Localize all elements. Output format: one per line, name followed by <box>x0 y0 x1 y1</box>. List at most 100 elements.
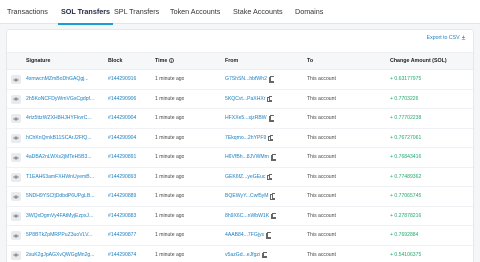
copy-icon[interactable] <box>268 76 274 83</box>
col-block: Block <box>108 58 123 64</box>
to-text: This account <box>307 134 336 141</box>
view-button[interactable] <box>11 250 21 260</box>
from-cell: BQEWyY...Cwf5yM <box>225 187 276 206</box>
amount-text: + 0.76843416 <box>390 154 422 160</box>
copy-icon[interactable] <box>268 134 274 142</box>
from-address-link[interactable]: GEK6fZ...yeGEuc <box>225 174 265 180</box>
view-button[interactable] <box>11 153 21 162</box>
signature-link[interactable]: T1EAH63amFXHWnUyemB... <box>26 168 104 187</box>
view-button[interactable] <box>11 94 21 104</box>
table-row: 4rtz5ttzWZXH8HJHYFkvrC... #144290904 1 m… <box>7 109 473 129</box>
signature-link[interactable]: 4aDBA2nLWXs2jMTeH5B3... <box>26 148 104 167</box>
view-button[interactable] <box>11 192 21 201</box>
block-link[interactable]: #144290904 <box>108 109 136 128</box>
block-link[interactable]: #144290889 <box>108 187 136 206</box>
from-cell: HFXXe5...sjzRBW <box>225 109 274 128</box>
col-time: Time i <box>155 53 175 70</box>
to-text: This account <box>307 173 336 180</box>
signature-link[interactable]: 2h5KoNCFDyWmVGxCgdpf... <box>26 90 104 109</box>
table-row: 5P8BTkZpMRPPuZ3uoVLV... #144290877 1 min… <box>7 226 473 246</box>
copy-icon[interactable] <box>262 251 268 259</box>
copy-icon[interactable] <box>270 154 276 161</box>
copy-icon[interactable] <box>267 173 273 181</box>
view-button[interactable] <box>11 231 21 240</box>
view-button[interactable] <box>11 133 21 143</box>
table-row: 4xmwcnMZmBoDhGAQgj... #144290916 1 minut… <box>7 70 473 90</box>
tab-domains[interactable]: Domains <box>295 0 323 24</box>
from-address-link[interactable]: HFXXe5...sjzRBW <box>225 115 267 121</box>
signature-link[interactable]: 5P8BTkZpMRPPuZ3uoVLV... <box>26 226 104 245</box>
col-to: To <box>307 58 314 64</box>
copy-icon[interactable] <box>268 115 274 122</box>
signature-link[interactable]: 4xmwcnMZmBoDhGAQgj... <box>26 70 104 89</box>
copy-icon[interactable] <box>267 95 273 103</box>
export-csv-link[interactable]: Export to CSV <box>427 35 466 41</box>
view-button[interactable] <box>11 114 21 123</box>
tab-transactions[interactable]: Transactions <box>7 0 48 24</box>
from-address-link[interactable]: H6VfBh...8JVWMm <box>225 154 269 160</box>
to-text: This account <box>307 76 336 82</box>
block-link[interactable]: #144290891 <box>108 148 136 167</box>
amount-text: + 0.76727061 <box>390 134 422 141</box>
time-text: 1 minute ago <box>155 76 185 82</box>
view-button[interactable] <box>11 211 21 221</box>
tab-token-accounts[interactable]: Token Accounts <box>170 0 220 24</box>
table-header: Signature Block Time i From To Change Amo… <box>7 52 473 70</box>
signature-link[interactable]: 4rtz5ttzWZXH8HJHYFkvrC... <box>26 109 104 128</box>
block-link[interactable]: #144290883 <box>108 207 136 226</box>
from-address-link[interactable]: 4AAB84...7FGjys <box>225 232 264 238</box>
block-link[interactable]: #144290874 <box>108 246 136 262</box>
col-time-label: Time <box>155 58 168 64</box>
eye-icon <box>13 214 19 218</box>
view-button[interactable] <box>11 172 21 182</box>
time-text: 1 minute ago <box>155 232 185 238</box>
from-address-link[interactable]: BQEWyY...Cwf5yM <box>225 193 268 199</box>
time-text: 1 minute ago <box>155 173 185 180</box>
tab-stake-accounts[interactable]: Stake Accounts <box>233 0 283 24</box>
from-cell: v5azGd...eJfgzi <box>225 246 268 262</box>
to-text: This account <box>307 251 336 258</box>
signature-link[interactable]: 3WQxDgmVy4FAtMyjEzpxJ... <box>26 207 104 226</box>
signature-link[interactable]: 5NDH9YSCfjDdbdP6UPgLB... <box>26 187 104 206</box>
eye-icon <box>13 136 19 140</box>
tab-spl-transfers[interactable]: SPL Transfers <box>114 0 159 24</box>
from-address-link[interactable]: 7Ekqmo...2hYPF9 <box>225 135 266 141</box>
block-link[interactable]: #144290893 <box>108 168 136 187</box>
amount-text: + 0.54106375 <box>390 251 422 258</box>
amount-text: + 0.77702238 <box>390 115 422 121</box>
tab-sol-transfers[interactable]: SOL Transfers <box>57 0 114 25</box>
from-cell: 5KQCvt...PaXHXr <box>225 90 273 109</box>
table-row: T1EAH63amFXHWnUyemB... #144290893 1 minu… <box>7 168 473 187</box>
block-link[interactable]: #144290906 <box>108 90 136 109</box>
signature-link[interactable]: 2suK2gJpAGXvQWGgMn2g... <box>26 246 104 262</box>
from-cell: 8h9X6C...nWbW1K <box>225 207 277 226</box>
copy-icon[interactable] <box>266 232 272 239</box>
from-cell: H6VfBh...8JVWMm <box>225 148 276 167</box>
amount-text: + 0.27878216 <box>390 212 422 219</box>
signature-link[interactable]: hChKnQrnkB11SCArJ2FfQ... <box>26 129 104 148</box>
info-icon[interactable]: i <box>169 58 175 64</box>
block-link[interactable]: #144290916 <box>108 70 136 89</box>
copy-icon[interactable] <box>270 193 276 200</box>
eye-icon <box>13 117 19 120</box>
from-address-link[interactable]: v5azGd...eJfgzi <box>225 252 260 258</box>
view-button[interactable] <box>11 75 21 84</box>
from-address-link[interactable]: 8h9X6C...nWbW1K <box>225 213 269 219</box>
table-row: 2suK2gJpAGXvQWGgMn2g... #144290874 1 min… <box>7 246 473 262</box>
time-text: 1 minute ago <box>155 115 185 121</box>
copy-icon[interactable] <box>271 212 277 220</box>
eye-icon <box>13 234 19 237</box>
time-text: 1 minute ago <box>155 134 185 141</box>
time-text: 1 minute ago <box>155 193 185 199</box>
block-link[interactable]: #144290877 <box>108 226 136 245</box>
table-row: 5NDH9YSCfjDdbdP6UPgLB... #144290889 1 mi… <box>7 187 473 207</box>
eye-icon <box>13 175 19 179</box>
col-signature: Signature <box>26 58 51 64</box>
from-address-link[interactable]: G7ShSN...hbfWh2 <box>225 76 267 82</box>
block-link[interactable]: #144290904 <box>108 129 136 148</box>
amount-text: + 0.7703226 <box>390 95 419 102</box>
time-text: 1 minute ago <box>155 251 185 258</box>
time-text: 1 minute ago <box>155 95 185 102</box>
from-address-link[interactable]: 5KQCvt...PaXHXr <box>225 96 265 102</box>
export-csv-label: Export to CSV <box>426 35 460 41</box>
